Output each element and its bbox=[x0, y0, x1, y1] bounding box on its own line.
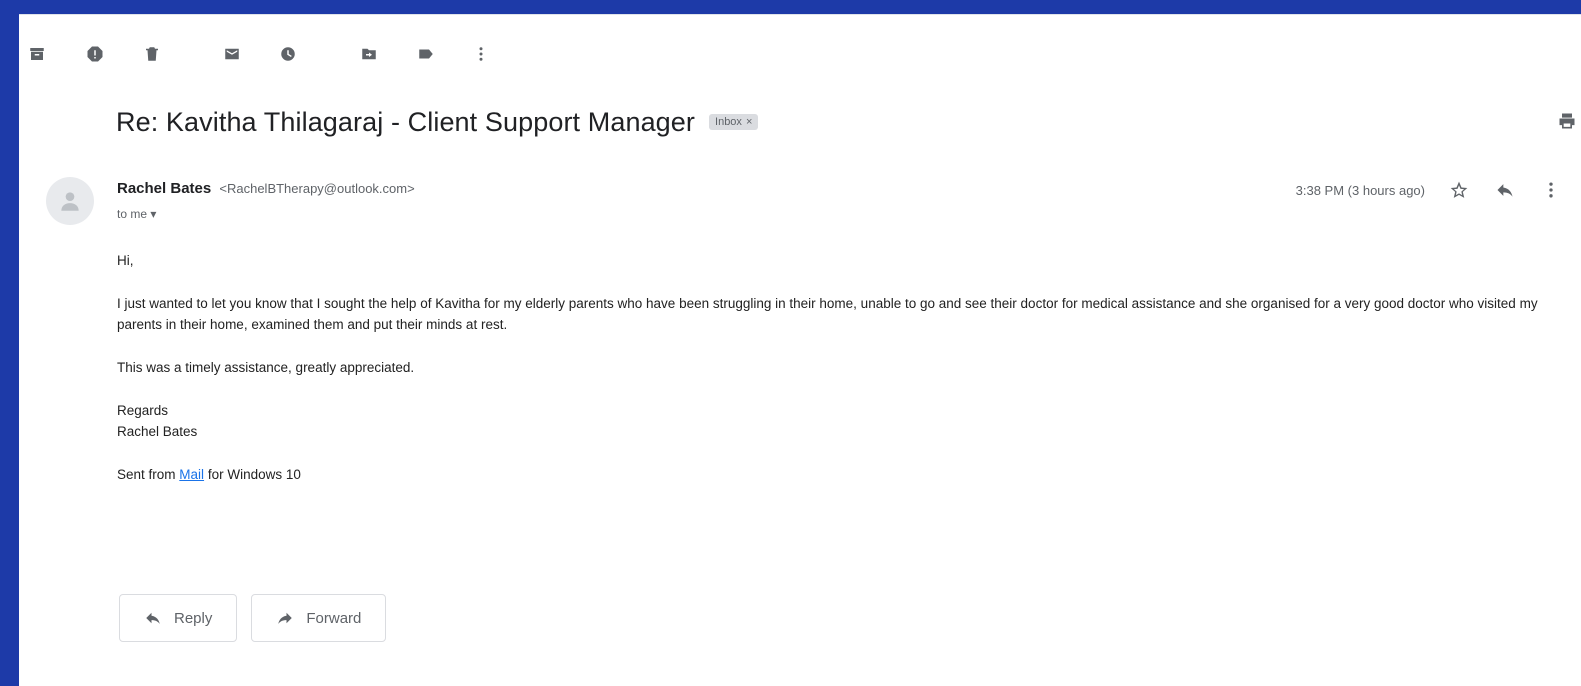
recipient-line[interactable]: to me ▾ bbox=[117, 207, 156, 221]
archive-icon[interactable] bbox=[25, 42, 49, 66]
sender-name[interactable]: Rachel Bates bbox=[117, 180, 211, 197]
person-icon bbox=[61, 192, 79, 211]
greeting: Hi, bbox=[117, 253, 134, 268]
inbox-label-chip[interactable]: Inbox × bbox=[709, 114, 759, 130]
snooze-icon[interactable] bbox=[276, 42, 300, 66]
mail-link[interactable]: Mail bbox=[179, 467, 204, 482]
message-body: Hi, I just wanted to let you know that I… bbox=[117, 250, 1557, 507]
toolbar bbox=[19, 32, 1581, 76]
report-spam-icon[interactable] bbox=[83, 42, 107, 66]
forward-label: Forward bbox=[306, 609, 362, 627]
labels-icon[interactable] bbox=[414, 42, 438, 66]
email-subject: Re: Kavitha Thilagaraj - Client Support … bbox=[116, 106, 696, 137]
chevron-down-icon[interactable]: ▾ bbox=[150, 207, 156, 221]
move-to-icon[interactable] bbox=[357, 42, 381, 66]
signature-block: Regards Rachel Bates bbox=[117, 400, 1557, 442]
more-vert-icon[interactable] bbox=[469, 42, 493, 66]
forward-button[interactable]: Forward bbox=[251, 594, 387, 642]
sender-avatar bbox=[46, 177, 94, 225]
close-icon[interactable]: × bbox=[746, 116, 752, 128]
reply-icon bbox=[146, 612, 160, 624]
sender-email: <RachelBTherapy@outlook.com> bbox=[219, 181, 415, 196]
star-icon[interactable] bbox=[1447, 178, 1471, 202]
forward-icon bbox=[278, 612, 293, 624]
email-view: Re: Kavitha Thilagaraj - Client Support … bbox=[19, 14, 1581, 686]
reply-button[interactable]: Reply bbox=[119, 594, 238, 642]
message-meta: 3:38 PM (3 hours ago) bbox=[1296, 176, 1563, 204]
timestamp: 3:38 PM (3 hours ago) bbox=[1295, 182, 1425, 198]
reply-label: Reply bbox=[174, 609, 213, 627]
reply-actions: Reply Forward bbox=[119, 594, 387, 642]
recipient-text: to me bbox=[117, 207, 148, 221]
inbox-label-text: Inbox bbox=[715, 116, 742, 128]
sender-line: Rachel Bates <RachelBTherapy@outlook.com… bbox=[117, 180, 415, 197]
sent-prefix: Sent from bbox=[117, 467, 176, 482]
subject-row: Re: Kavitha Thilagaraj - Client Support … bbox=[116, 102, 759, 142]
reply-icon[interactable] bbox=[1493, 178, 1517, 202]
signature-name: Rachel Bates bbox=[117, 424, 198, 439]
mark-unread-icon[interactable] bbox=[220, 42, 244, 66]
delete-icon[interactable] bbox=[140, 42, 164, 66]
body-paragraph-1: I just wanted to let you know that I sou… bbox=[117, 296, 1538, 332]
sent-suffix: for Windows 10 bbox=[207, 467, 301, 482]
sent-from-line: Sent from Mail for Windows 10 bbox=[117, 464, 1557, 485]
signoff: Regards bbox=[117, 403, 169, 418]
print-icon[interactable] bbox=[1557, 111, 1581, 135]
body-paragraph-2: This was a timely assistance, greatly ap… bbox=[117, 360, 415, 375]
more-vert-icon[interactable] bbox=[1539, 178, 1563, 202]
